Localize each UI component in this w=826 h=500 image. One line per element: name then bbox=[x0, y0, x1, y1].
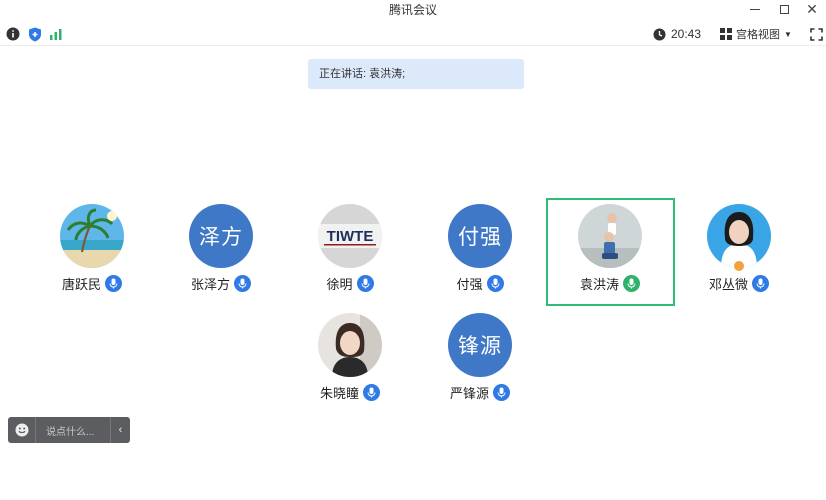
participant-tile[interactable]: 泽方 张泽方 bbox=[156, 204, 286, 314]
microphone-icon bbox=[234, 275, 251, 292]
grid-view-icon bbox=[720, 28, 732, 40]
fullscreen-icon[interactable] bbox=[808, 26, 824, 42]
microphone-icon bbox=[752, 275, 769, 292]
participant-tile[interactable]: 付强 付强 bbox=[415, 204, 545, 314]
participant-name: 付强 bbox=[456, 277, 483, 292]
avatar-beach bbox=[60, 204, 124, 268]
microphone-active-icon bbox=[623, 275, 640, 292]
avatar-woman-photo bbox=[318, 313, 382, 377]
clock-icon bbox=[652, 27, 666, 41]
participant-name-row: 唐跃民 bbox=[27, 274, 157, 293]
close-button[interactable]: ✕ bbox=[802, 0, 822, 18]
participant-name: 朱晓瞳 bbox=[319, 386, 359, 401]
avatar-child-photo bbox=[578, 204, 642, 268]
title-bar: 腾讯会议 ✕ bbox=[0, 0, 826, 18]
microphone-icon bbox=[356, 275, 374, 292]
meeting-time: 20:43 bbox=[671, 27, 702, 41]
signal-icon[interactable] bbox=[48, 26, 64, 42]
participant-name: 严锋源 bbox=[449, 386, 489, 401]
emoji-icon[interactable] bbox=[8, 417, 36, 443]
participant-name-row: 张泽方 bbox=[156, 274, 286, 293]
participant-name: 邓丛微 bbox=[708, 277, 748, 292]
avatar-initials: 锋源 bbox=[448, 313, 512, 377]
microphone-icon bbox=[493, 384, 510, 401]
host-badge-icon bbox=[732, 259, 746, 273]
avatar-initials: 泽方 bbox=[189, 204, 253, 268]
participant-tile[interactable]: 锋源 严锋源 bbox=[415, 313, 545, 423]
participant-name: 唐跃民 bbox=[61, 277, 101, 292]
participant-name-row: 邓丛微 bbox=[674, 274, 804, 293]
chevron-down-icon: ▼ bbox=[784, 29, 792, 39]
participant-name-row: 朱晓瞳 bbox=[285, 383, 415, 402]
avatar-initials: 付强 bbox=[448, 204, 512, 268]
participant-name-row: 徐明 bbox=[285, 274, 415, 293]
chat-input-bar[interactable]: 说点什么... ‹ bbox=[8, 417, 130, 443]
participant-name-row: 袁洪涛 bbox=[545, 274, 675, 293]
maximize-button[interactable] bbox=[774, 0, 794, 18]
participant-tile[interactable]: TIWTE 徐明 bbox=[285, 204, 415, 314]
close-icon: ✕ bbox=[806, 1, 818, 17]
speaking-banner: 正在讲话: 袁洪涛; bbox=[308, 59, 524, 89]
participant-name-row: 付强 bbox=[415, 274, 545, 293]
avatar-logo: TIWTE bbox=[318, 204, 382, 268]
microphone-icon bbox=[363, 384, 380, 401]
participant-name: 徐明 bbox=[326, 277, 353, 292]
chat-input-placeholder[interactable]: 说点什么... bbox=[36, 423, 110, 438]
minimize-button[interactable] bbox=[745, 0, 765, 18]
microphone-icon bbox=[105, 275, 122, 292]
participant-tile[interactable]: 邓丛微 bbox=[674, 204, 804, 314]
info-icon[interactable] bbox=[5, 26, 21, 42]
participant-name-row: 严锋源 bbox=[415, 383, 545, 402]
participant-name: 张泽方 bbox=[190, 277, 230, 292]
microphone-icon bbox=[486, 275, 504, 292]
shield-icon[interactable] bbox=[27, 26, 43, 42]
minimize-icon bbox=[750, 8, 760, 10]
participant-tile[interactable]: 唐跃民 bbox=[27, 204, 157, 314]
participant-tile[interactable]: 朱晓瞳 bbox=[285, 313, 415, 423]
participant-name: 袁洪涛 bbox=[579, 277, 619, 292]
participant-tile[interactable]: 袁洪涛 bbox=[545, 204, 675, 314]
window-title: 腾讯会议 bbox=[388, 3, 437, 17]
maximize-icon bbox=[779, 4, 789, 14]
svg-text:TIWTE: TIWTE bbox=[327, 228, 374, 245]
view-switch-label: 宫格视图 bbox=[736, 29, 780, 41]
meeting-toolbar: 20:43 宫格视图 ▼ bbox=[0, 22, 826, 46]
chevron-left-icon[interactable]: ‹ bbox=[110, 417, 130, 443]
view-switch-button[interactable]: 宫格视图 ▼ bbox=[720, 25, 792, 43]
